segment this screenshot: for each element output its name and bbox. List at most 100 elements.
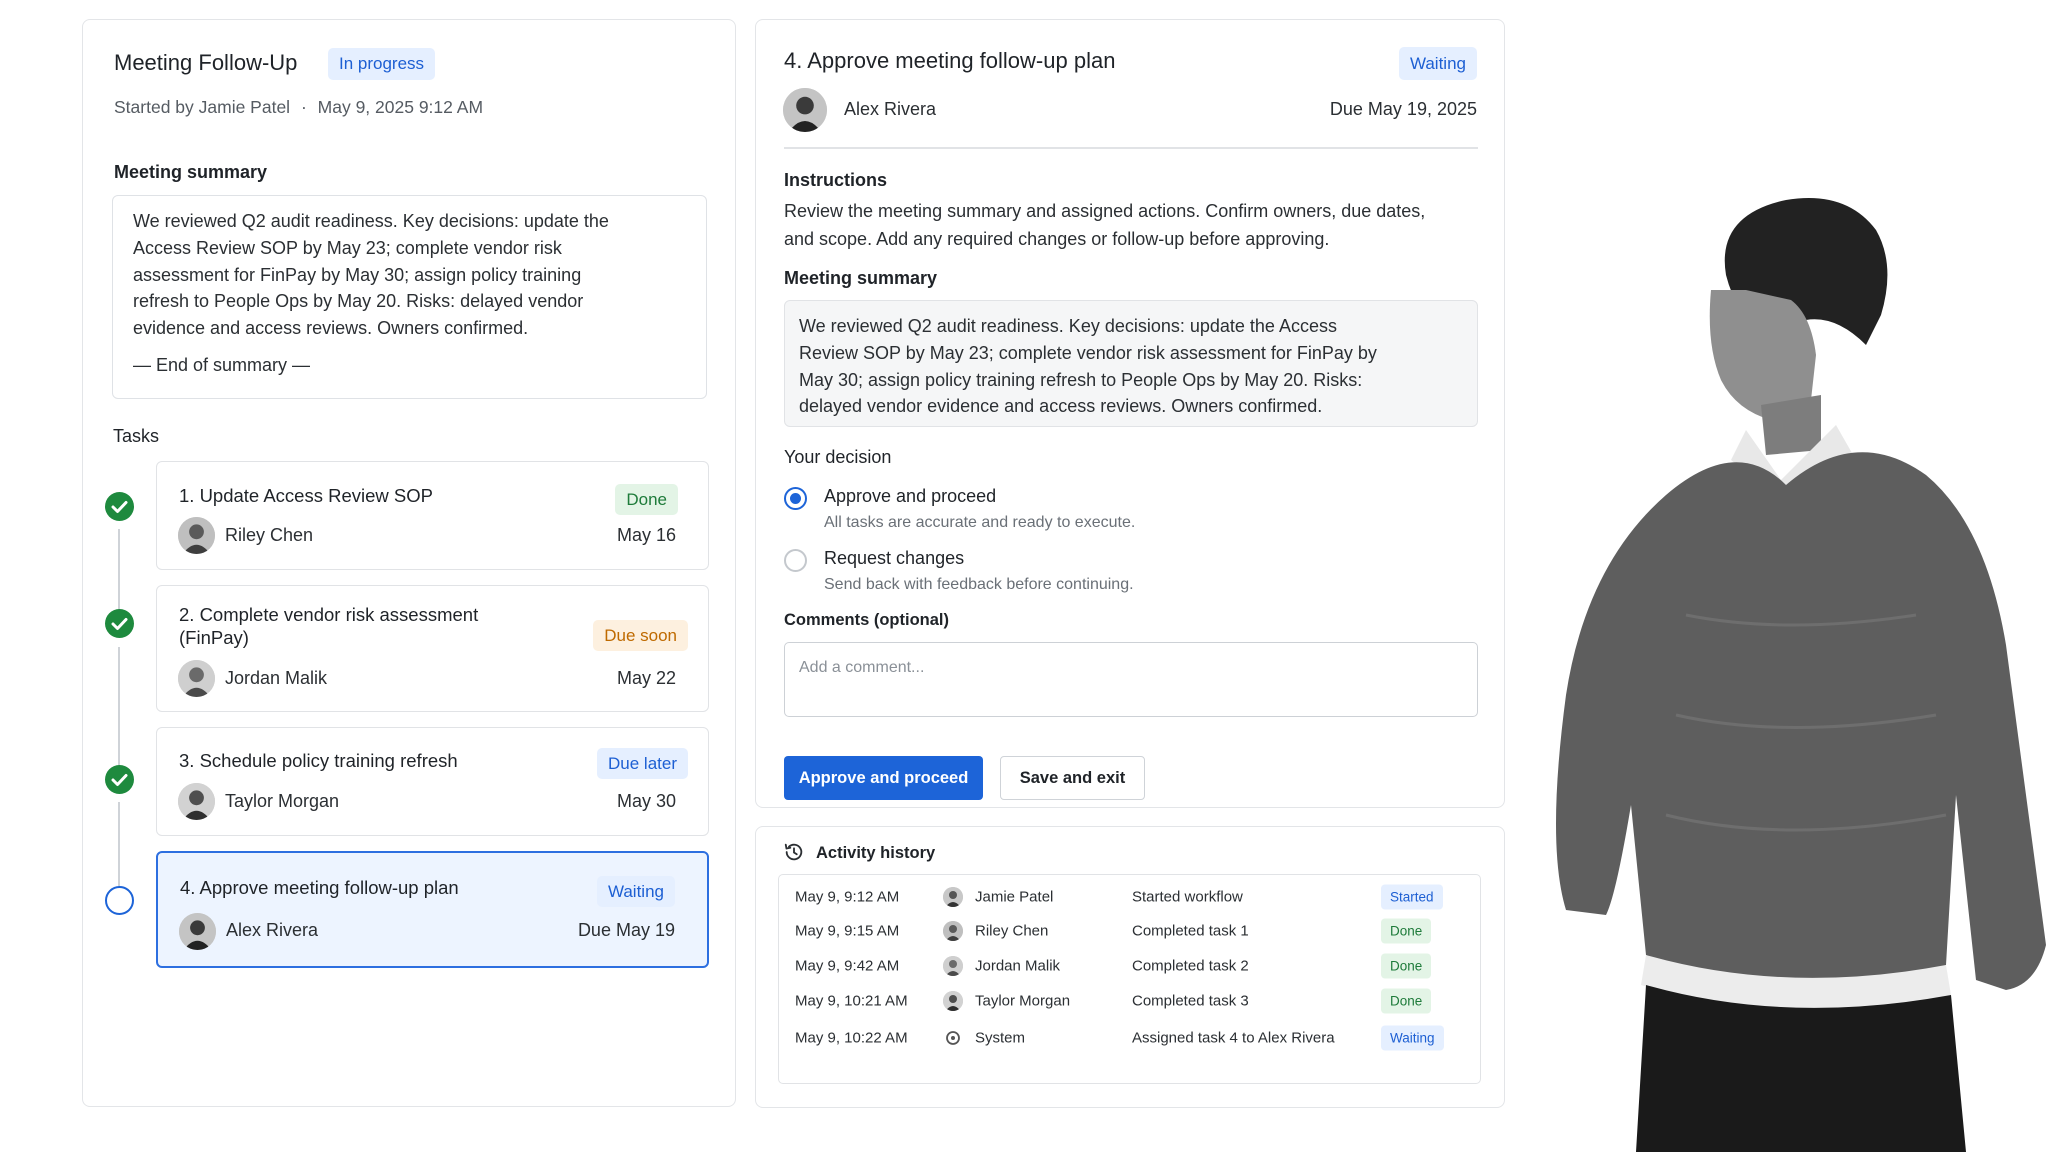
summary-box: We reviewed Q2 audit readiness. Key deci…: [784, 300, 1478, 427]
request-changes-option-hint: Send back with feedback before continuin…: [824, 576, 1134, 593]
activity-actor: System: [975, 1029, 1026, 1047]
task-detail-title: 4. Approve meeting follow-up plan: [784, 48, 1116, 73]
task-status-badge: Done: [615, 484, 678, 515]
summary-text: We reviewed Q2 audit readiness. Key deci…: [133, 211, 609, 339]
activity-time: May 9, 9:15 AM: [795, 922, 900, 940]
summary-end: — End of summary —: [133, 355, 311, 375]
approve-option-label[interactable]: Approve and proceed: [824, 486, 996, 507]
activity-actor: Jamie Patel: [975, 888, 1054, 906]
task-due-date: May 30: [616, 791, 676, 811]
task-title: 2. Complete vendor risk assessment (FinP…: [179, 604, 479, 648]
approve-button[interactable]: Approve and proceed: [784, 756, 983, 800]
task-due-date: May 22: [616, 668, 676, 688]
workflow-title: Meeting Follow-Up: [114, 50, 298, 75]
header-divider: [784, 147, 1478, 149]
instructions-label: Instructions: [784, 170, 888, 190]
step-done-check-icon: [105, 492, 134, 521]
activity-badge: Done: [1381, 988, 1432, 1014]
started-by: Started by Jamie Patel: [114, 97, 291, 117]
started-at: May 9, 2025 9:12 AM: [317, 97, 484, 117]
workflow-meta: Started by Jamie Patel · May 9, 2025 9:1…: [114, 97, 483, 118]
request-changes-option-label[interactable]: Request changes: [824, 548, 964, 569]
avatar: [178, 783, 215, 820]
summary-text: We reviewed Q2 audit readiness. Key deci…: [799, 316, 1377, 417]
avatar: [943, 921, 963, 941]
request-changes-radio[interactable]: [784, 549, 807, 572]
activity-time: May 9, 10:21 AM: [795, 992, 908, 1010]
activity-badge: Done: [1381, 953, 1432, 979]
step-done-check-icon: [105, 609, 134, 638]
activity-time: May 9, 9:42 AM: [795, 957, 900, 975]
avatar: [943, 991, 963, 1011]
task-title: 1. Update Access Review SOP: [179, 485, 433, 506]
activity-action: Completed task 3: [1132, 992, 1249, 1010]
task-title: 4. Approve meeting follow-up plan: [180, 877, 459, 898]
comment-input[interactable]: [784, 642, 1478, 717]
summary-box: We reviewed Q2 audit readiness. Key deci…: [112, 195, 707, 399]
activity-row: May 9, 9:15 AM Riley Chen Completed task…: [779, 916, 1480, 946]
activity-panel: Activity history May 9, 9:12 AM Jamie Pa…: [755, 826, 1505, 1108]
system-icon: [943, 1028, 963, 1048]
activity-row: May 9, 9:42 AM Jordan Malik Completed ta…: [779, 951, 1480, 981]
task-status-badge: Waiting: [596, 876, 675, 907]
avatar: [943, 956, 963, 976]
task-card-4[interactable]: 4. Approve meeting follow-up plan Waitin…: [156, 851, 709, 968]
avatar: [179, 913, 216, 950]
task-detail-panel: 4. Approve meeting follow-up plan Waitin…: [755, 19, 1505, 808]
activity-actor: Jordan Malik: [975, 957, 1061, 975]
activity-actor: Taylor Morgan: [975, 992, 1071, 1010]
avatar: [178, 660, 215, 697]
summary-label: Meeting summary: [114, 162, 268, 182]
activity-row: May 9, 10:21 AM Taylor Morgan Completed …: [779, 986, 1480, 1016]
activity-badge: Started: [1381, 884, 1443, 910]
assignee-avatar: [783, 88, 827, 132]
save-exit-button[interactable]: Save and exit: [1000, 756, 1145, 800]
task-owner: Alex Rivera: [226, 920, 319, 940]
activity-time: May 9, 9:12 AM: [795, 888, 900, 906]
summary-label: Meeting summary: [784, 268, 938, 288]
activity-action: Completed task 2: [1132, 957, 1249, 975]
comments-label: Comments (optional): [784, 611, 949, 629]
step-connector: [118, 647, 120, 771]
task-owner: Jordan Malik: [225, 668, 328, 688]
task-owner: Taylor Morgan: [225, 791, 340, 811]
decision-label: Your decision: [784, 447, 892, 467]
task-status-badge: Due later: [597, 748, 688, 779]
history-icon: [783, 841, 805, 863]
task-card-1[interactable]: 1. Update Access Review SOP Done Riley C…: [156, 461, 709, 570]
task-card-2[interactable]: 2. Complete vendor risk assessment (FinP…: [156, 585, 709, 712]
workflow-status-badge: In progress: [328, 48, 436, 80]
task-owner: Riley Chen: [225, 525, 314, 545]
activity-badge: Done: [1381, 918, 1432, 944]
due-date: Due May 19, 2025: [1329, 99, 1477, 119]
activity-action: Assigned task 4 to Alex Rivera: [1132, 1029, 1335, 1047]
activity-action: Started workflow: [1132, 888, 1243, 906]
assignee-name: Alex Rivera: [844, 99, 937, 119]
activity-title: Activity history: [816, 844, 936, 862]
avatar: [943, 887, 963, 907]
activity-badge: Waiting: [1381, 1025, 1444, 1051]
step-connector: [118, 529, 120, 616]
avatar: [178, 517, 215, 554]
activity-table: May 9, 9:12 AM Jamie Patel Started workf…: [778, 874, 1481, 1084]
approve-option-hint: All tasks are accurate and ready to exec…: [824, 514, 1136, 531]
task-card-3[interactable]: 3. Schedule policy training refresh Due …: [156, 727, 709, 836]
workflow-panel: Meeting Follow-Up In progress Started by…: [82, 19, 736, 1107]
task-due-date: Due May 19: [577, 920, 675, 940]
instructions-text: Review the meeting summary and assigned …: [784, 201, 1426, 249]
step-done-check-icon: [105, 765, 134, 794]
person-photo: [1536, 195, 2048, 1152]
activity-actor: Riley Chen: [975, 922, 1049, 940]
task-status-badge: Due soon: [593, 620, 688, 651]
activity-row: May 9, 9:12 AM Jamie Patel Started workf…: [779, 882, 1480, 912]
task-title: 3. Schedule policy training refresh: [179, 750, 458, 771]
activity-action: Completed task 1: [1132, 922, 1249, 940]
activity-time: May 9, 10:22 AM: [795, 1029, 908, 1047]
step-current-circle-icon: [105, 886, 134, 915]
approve-radio[interactable]: [784, 487, 807, 510]
activity-row: May 9, 10:22 AM System Assigned task 4 t…: [779, 1023, 1480, 1053]
meta-separator: ·: [300, 97, 307, 117]
task-due-date: May 16: [616, 525, 676, 545]
tasks-label: Tasks: [113, 426, 160, 446]
task-detail-status-badge: Waiting: [1398, 47, 1477, 80]
